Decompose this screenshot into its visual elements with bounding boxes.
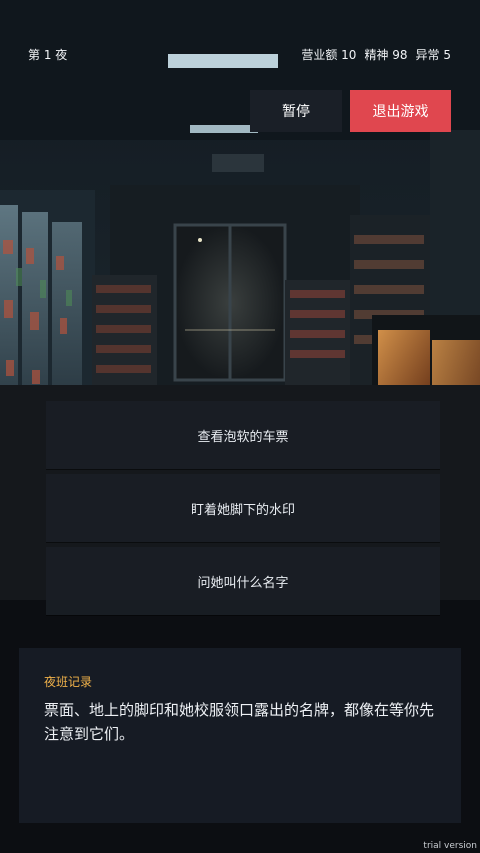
sanity-stat: 精神 98 xyxy=(364,48,408,62)
choice-option-2[interactable]: 盯着她脚下的水印 xyxy=(46,474,440,542)
trial-watermark: trial version xyxy=(423,841,477,851)
shift-log-title: 夜班记录 xyxy=(44,675,93,689)
choice-option-1[interactable]: 查看泡软的车票 xyxy=(46,401,440,469)
revenue-stat: 营业额 10 xyxy=(301,48,357,62)
night-counter: 第 1 夜 xyxy=(28,48,68,62)
stats-bar: 营业额 10 精神 98 异常 5 xyxy=(301,46,451,63)
exit-game-button[interactable]: 退出游戏 xyxy=(350,90,451,132)
choice-option-3[interactable]: 问她叫什么名字 xyxy=(46,547,440,615)
anomaly-stat: 异常 5 xyxy=(415,48,451,62)
shift-log-panel: 夜班记录 票面、地上的脚印和她校服领口露出的名牌，都像在等你先注意到它们。 xyxy=(19,648,461,823)
pause-button[interactable]: 暂停 xyxy=(250,90,342,132)
shift-log-text: 票面、地上的脚印和她校服领口露出的名牌，都像在等你先注意到它们。 xyxy=(44,701,435,743)
